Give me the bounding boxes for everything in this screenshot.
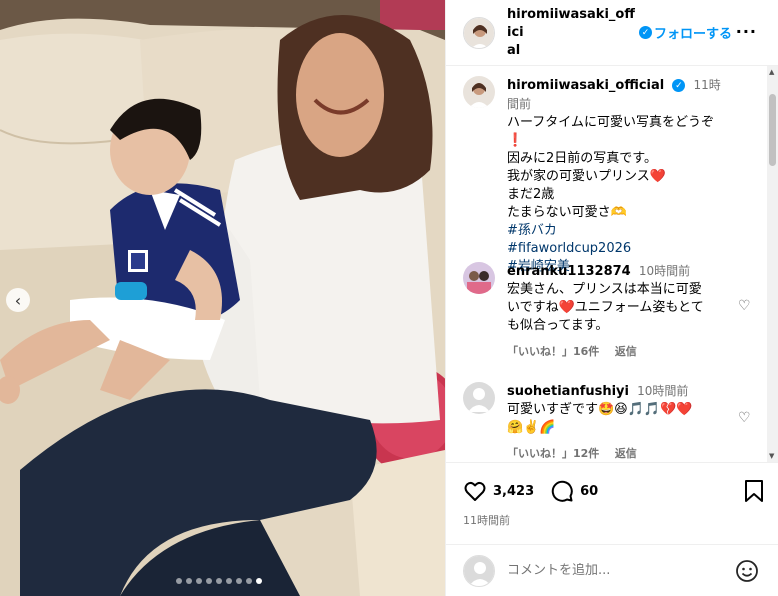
carousel-dot — [226, 578, 232, 584]
follow-button[interactable]: フォローする — [654, 23, 732, 42]
comment-time: 10時間前 — [637, 384, 689, 398]
carousel-dot — [176, 578, 182, 584]
comment-username[interactable]: enranku1132874 — [507, 264, 631, 279]
avatar[interactable] — [463, 16, 495, 49]
caption-line: 因みに2日前の写真です。 — [507, 151, 657, 166]
avatar[interactable] — [463, 76, 495, 108]
post-photo[interactable]: ‹ — [0, 0, 445, 596]
header-username-line2: al — [507, 42, 521, 58]
caption-line: ハーフタイムに可愛い写真をどうぞ❗ — [507, 115, 714, 148]
avatar — [463, 554, 495, 587]
comment-line: 🤗✌️🌈 — [507, 420, 556, 435]
carousel-prev-button[interactable]: ‹ — [6, 288, 30, 312]
carousel-dot — [206, 578, 212, 584]
post-header: hiromiiwasaki_offici al ✓ フォローする ··· — [446, 0, 778, 66]
chevron-left-icon: ‹ — [14, 290, 22, 310]
emoji-icon[interactable] — [735, 559, 759, 587]
comment-line: も似合ってます。 — [507, 318, 609, 333]
bookmark-icon[interactable] — [743, 479, 765, 507]
carousel-dot — [246, 578, 252, 584]
post-timestamp: 11時間前 — [463, 514, 510, 527]
comment-username[interactable]: suohetianfushiyi — [507, 384, 629, 399]
reply-button[interactable]: 返信 — [615, 345, 637, 358]
caption-username[interactable]: hiromiiwasaki_official — [507, 78, 664, 93]
caption-line: たまらない可愛さ🫶 — [507, 205, 627, 220]
comment-count[interactable]: 60 — [580, 484, 598, 499]
comment-meta: 「いいね！」12件 返信 — [507, 445, 727, 462]
hashtag-link[interactable]: #fifaworldcup2026 — [507, 240, 727, 258]
comment-likes[interactable]: 「いいね！」16件 — [507, 345, 599, 358]
scroll-down-icon[interactable]: ▼ — [769, 452, 774, 460]
comment-bar — [446, 544, 778, 596]
caption: hiromiiwasaki_official ✓ 11時間前 ハーフタイムに可愛… — [463, 76, 727, 276]
like-count[interactable]: 3,423 — [493, 484, 534, 499]
reply-button[interactable]: 返信 — [615, 447, 637, 460]
comment-line: いですね❤️ユニフォーム姿もとて — [507, 300, 704, 315]
comment-heart-icon[interactable]: ♡ — [738, 298, 751, 314]
comment-input[interactable] — [507, 563, 717, 578]
verified-icon: ✓ — [672, 79, 686, 92]
scrollbar-thumb[interactable] — [769, 94, 776, 166]
comment-item: suohetianfushiyi 10時間前 可愛いすぎです🤩😆🎵🎵💔❤️ 🤗✌… — [463, 382, 727, 462]
carousel-dot-active — [256, 578, 262, 584]
comment-line: 宏美さん、プリンスは本当に可愛 — [507, 282, 702, 297]
verified-icon: ✓ — [639, 26, 652, 39]
carousel-dot — [236, 578, 242, 584]
heart-icon[interactable] — [463, 479, 487, 503]
header-username-line1: hiromiiwasaki_offici — [507, 6, 635, 40]
comment-item: enranku1132874 10時間前 宏美さん、プリンスは本当に可愛 いです… — [463, 262, 727, 361]
header-username[interactable]: hiromiiwasaki_offici al — [507, 6, 635, 60]
comment-meta: 「いいね！」16件 返信 — [507, 343, 727, 361]
comments-scrollbar[interactable]: ▲ ▼ — [767, 66, 778, 462]
comment-heart-icon[interactable]: ♡ — [738, 410, 751, 426]
avatar[interactable] — [463, 262, 495, 294]
comment-line: 可愛いすぎです🤩😆🎵🎵💔❤️ — [507, 402, 693, 417]
carousel-dot — [216, 578, 222, 584]
caption-line: まだ2歳 — [507, 187, 555, 202]
comments-list: hiromiiwasaki_official ✓ 11時間前 ハーフタイムに可愛… — [446, 66, 768, 462]
comment-icon[interactable] — [550, 479, 574, 503]
post-image — [0, 0, 445, 596]
carousel-dot — [196, 578, 202, 584]
hashtag-link[interactable]: #孫バカ — [507, 222, 727, 240]
carousel-dots — [176, 578, 262, 584]
scroll-up-icon[interactable]: ▲ — [769, 68, 774, 76]
avatar[interactable] — [463, 382, 495, 414]
comment-time: 10時間前 — [638, 264, 691, 278]
carousel-dot — [186, 578, 192, 584]
caption-line: 我が家の可愛いプリンス❤️ — [507, 169, 666, 184]
more-options-icon[interactable]: ··· — [736, 22, 757, 41]
post-side-panel: hiromiiwasaki_offici al ✓ フォローする ··· hir… — [445, 0, 778, 596]
comment-likes[interactable]: 「いいね！」12件 — [507, 447, 599, 460]
